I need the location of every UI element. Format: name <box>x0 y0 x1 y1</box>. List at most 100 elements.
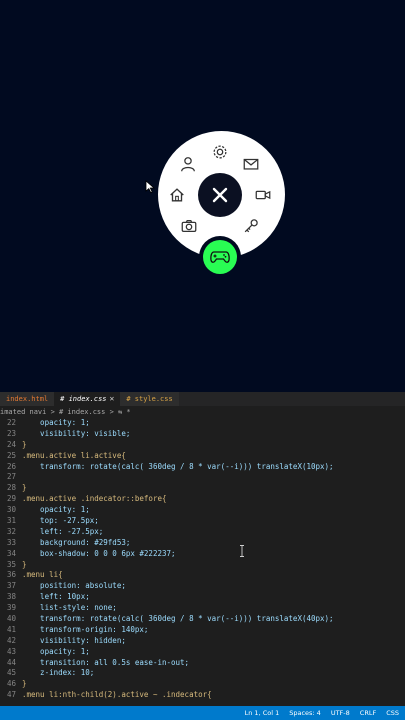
code-text: } <box>22 679 27 689</box>
close-icon[interactable]: ✕ <box>110 392 115 406</box>
code-line[interactable]: 47 .menu li:nth-child(2).active ~ .indeca… <box>0 690 405 701</box>
code-text: top: -27.5px; <box>22 516 99 526</box>
code-text: opacity: 1; <box>22 505 90 515</box>
line-number: 43 <box>6 646 16 656</box>
line-number: 39 <box>6 603 16 613</box>
indentation[interactable]: Spaces: 4 <box>289 709 321 717</box>
code-line[interactable]: 38 left: 10px; <box>0 592 405 603</box>
preview-area <box>0 0 405 392</box>
code-line[interactable]: 37 position: absolute; <box>0 581 405 592</box>
line-number: 40 <box>6 614 16 624</box>
code-text: .menu li:nth-child(2).active ~ .indecato… <box>22 690 212 700</box>
tab-label: index.html <box>6 395 49 403</box>
menu-toggle-button[interactable] <box>198 173 242 217</box>
line-number: 31 <box>6 516 16 526</box>
camera-icon[interactable] <box>178 215 200 237</box>
breadcrumb[interactable]: imated navi > # index.css > ⇆ * <box>0 406 405 418</box>
code-text: list-style: none; <box>22 603 117 613</box>
line-number: 34 <box>6 548 16 558</box>
code-line[interactable]: 24} <box>0 440 405 451</box>
line-number: 46 <box>6 679 16 689</box>
code-text: } <box>22 559 27 569</box>
language-mode[interactable]: CSS <box>386 709 399 717</box>
line-number: 44 <box>6 657 16 667</box>
key-icon[interactable] <box>240 215 262 237</box>
tab-label: # style.css <box>126 395 173 403</box>
code-line[interactable]: 22 opacity: 1; <box>0 418 405 429</box>
line-number: 24 <box>6 439 16 449</box>
code-line[interactable]: 45 z-index: 10; <box>0 668 405 679</box>
code-line[interactable]: 32 left: -27.5px; <box>0 527 405 538</box>
code-line[interactable]: 35} <box>0 560 405 571</box>
code-lines[interactable]: 22 opacity: 1; 23 visibility: visible; 24}… <box>0 418 405 701</box>
code-text: position: absolute; <box>22 581 126 591</box>
code-line[interactable]: 43 opacity: 1; <box>0 647 405 658</box>
active-menu-item[interactable] <box>203 240 237 274</box>
tab-label: # index.css <box>60 395 107 403</box>
code-line[interactable]: 30 opacity: 1; <box>0 505 405 516</box>
code-line[interactable]: 23 visibility: visible; <box>0 429 405 440</box>
line-number: 47 <box>6 690 16 700</box>
tab-style-css[interactable]: # style.css <box>120 392 179 406</box>
encoding[interactable]: UTF-8 <box>331 709 350 717</box>
line-number: 42 <box>6 635 16 645</box>
gamepad-icon <box>210 251 230 263</box>
code-line[interactable]: 42 visibility: hidden; <box>0 636 405 647</box>
tab-bar: index.html # index.css ✕ # style.css <box>0 392 405 406</box>
code-text: opacity: 1; <box>22 646 90 656</box>
code-line[interactable]: 33 background: #29fd53; <box>0 538 405 549</box>
code-text: .menu li{ <box>22 570 63 580</box>
line-ending[interactable]: CRLF <box>360 709 376 717</box>
code-line[interactable]: 36 .menu li{ <box>0 570 405 581</box>
code-line[interactable]: 41 transform-origin: 140px; <box>0 625 405 636</box>
user-icon[interactable] <box>177 153 199 175</box>
code-line[interactable]: 27 <box>0 472 405 483</box>
code-text: transform: rotate(calc( 360deg / 8 * var… <box>22 461 334 471</box>
line-number: 28 <box>6 483 16 493</box>
text-cursor-icon <box>240 545 244 557</box>
close-icon <box>212 187 228 203</box>
code-text: left: 10px; <box>22 592 90 602</box>
status-bar: Ln 1, Col 1 Spaces: 4 UTF-8 CRLF CSS <box>0 706 405 720</box>
code-line[interactable]: 28} <box>0 483 405 494</box>
line-number: 27 <box>6 472 16 482</box>
code-text: z-index: 10; <box>22 668 95 678</box>
code-text: box-shadow: 0 0 0 6px #222237; <box>22 548 176 558</box>
code-text: transition: all 0.5s ease-in-out; <box>22 657 190 667</box>
line-number: 35 <box>6 559 16 569</box>
code-line[interactable]: 39 list-style: none; <box>0 603 405 614</box>
home-icon[interactable] <box>166 184 188 206</box>
code-text: transform-origin: 140px; <box>22 624 149 634</box>
mouse-pointer-icon <box>145 180 156 194</box>
code-line[interactable]: 34 box-shadow: 0 0 0 6px #222237; <box>0 549 405 560</box>
code-text: opacity: 1; <box>22 418 90 427</box>
line-number: 22 <box>6 418 16 427</box>
line-number: 25 <box>6 450 16 460</box>
gear-icon[interactable] <box>209 141 231 163</box>
line-number: 33 <box>6 537 16 547</box>
mail-icon[interactable] <box>240 153 262 175</box>
code-line[interactable]: 26 transform: rotate(calc( 360deg / 8 * … <box>0 462 405 473</box>
line-number: 32 <box>6 526 16 536</box>
line-number: 38 <box>6 592 16 602</box>
code-line[interactable]: 46} <box>0 679 405 690</box>
code-text: .menu.active .indecator::before{ <box>22 494 167 504</box>
code-text: visibility: visible; <box>22 428 131 438</box>
code-text: left: -27.5px; <box>22 526 104 536</box>
line-number: 26 <box>6 461 16 471</box>
line-number: 23 <box>6 428 16 438</box>
line-number: 29 <box>6 494 16 504</box>
tab-index-css[interactable]: # index.css ✕ <box>54 392 121 406</box>
code-line[interactable]: 31 top: -27.5px; <box>0 516 405 527</box>
code-text: background: #29fd53; <box>22 537 131 547</box>
video-icon[interactable] <box>252 184 274 206</box>
code-line[interactable]: 44 transition: all 0.5s ease-in-out; <box>0 658 405 669</box>
code-line[interactable]: 25 .menu.active li.active{ <box>0 451 405 462</box>
code-editor: index.html # index.css ✕ # style.css ima… <box>0 392 405 720</box>
code-text: visibility: hidden; <box>22 635 126 645</box>
cursor-position[interactable]: Ln 1, Col 1 <box>245 709 280 717</box>
line-number: 45 <box>6 668 16 678</box>
tab-index-html[interactable]: index.html <box>0 392 55 406</box>
code-line[interactable]: 40 transform: rotate(calc( 360deg / 8 * … <box>0 614 405 625</box>
code-line[interactable]: 29 .menu.active .indecator::before{ <box>0 494 405 505</box>
